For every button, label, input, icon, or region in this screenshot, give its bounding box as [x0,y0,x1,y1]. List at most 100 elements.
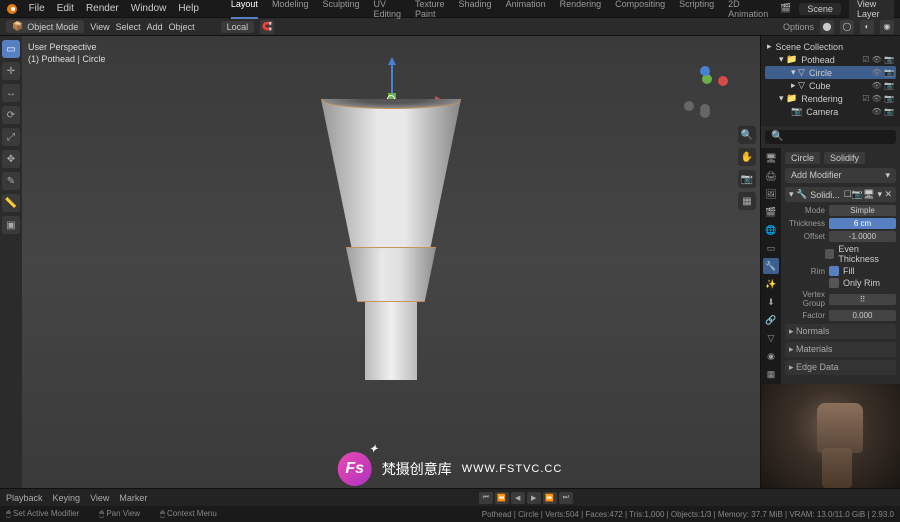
3d-model[interactable] [321,99,461,380]
header-view[interactable]: View [90,22,109,32]
proptab-material[interactable]: ◉ [763,348,779,364]
even-thickness-checkbox[interactable] [825,249,834,259]
proptab-particles[interactable]: ✨ [763,276,779,292]
tab-layout[interactable]: Layout [231,0,258,19]
camera-icon[interactable]: 📷 [738,170,756,188]
proptab-texture[interactable]: ▦ [763,366,779,382]
nav-gizmo[interactable] [680,66,730,116]
proptab-object[interactable]: ▭ [763,240,779,256]
header-add[interactable]: Add [147,22,163,32]
snap-icon[interactable]: 🧲 [260,20,274,34]
property-search[interactable]: 🔍 [765,130,896,144]
gizmo-z-icon[interactable] [700,66,710,76]
tab-rendering[interactable]: Rendering [560,0,602,19]
outliner-camera[interactable]: 📷 Camera👁 📷 [765,105,896,118]
tab-animation[interactable]: Animation [506,0,546,19]
orientation-select[interactable]: Local [221,21,255,33]
timeline-keying[interactable]: Keying [53,493,81,503]
outliner-pothead[interactable]: ▾ 📁 Pothead☑ 👁 📷 [765,53,896,66]
proptab-output[interactable]: 🖨 [763,168,779,184]
header-object[interactable]: Object [169,22,195,32]
tab-scripting[interactable]: Scripting [679,0,714,19]
proptab-constraints[interactable]: 🔗 [763,312,779,328]
next-key-button[interactable]: ⏩ [543,492,557,504]
proptab-scene[interactable]: 🎬 [763,204,779,220]
tab-shading[interactable]: Shading [459,0,492,19]
outliner-scene-collection[interactable]: ▸ Scene Collection [765,40,896,53]
shading-mat-icon[interactable]: ◐ [860,20,874,34]
persp-icon[interactable]: ▦ [738,192,756,210]
tool-move[interactable]: ↔ [2,84,20,102]
shading-wire-icon[interactable]: ◯ [840,20,854,34]
gizmo-negx-icon[interactable] [684,101,694,111]
shading-solid-icon[interactable]: ⬤ [820,20,834,34]
proptab-modifier[interactable]: 🔧 [763,258,779,274]
bc-object[interactable]: Circle [785,152,820,164]
jump-end-button[interactable]: ⏭ [559,492,573,504]
tab-compositing[interactable]: Compositing [615,0,665,19]
menu-edit[interactable]: Edit [57,3,74,14]
tool-rotate[interactable]: ⟳ [2,106,20,124]
jump-start-button[interactable]: ⏮ [479,492,493,504]
mode-label: Mode [785,206,825,215]
status-lmb: Set Active Modifier [13,509,79,518]
menu-file[interactable]: File [29,3,45,14]
tool-cursor[interactable]: ✛ [2,62,20,80]
menu-help[interactable]: Help [178,3,199,14]
tool-measure[interactable]: 📏 [2,194,20,212]
proptab-physics[interactable]: ⬇ [763,294,779,310]
play-rev-button[interactable]: ◀ [511,492,525,504]
proptab-world[interactable]: 🌐 [763,222,779,238]
tab-sculpting[interactable]: Sculpting [322,0,359,19]
proptab-mesh[interactable]: ▽ [763,330,779,346]
header-options[interactable]: Options [783,22,814,32]
prev-key-button[interactable]: ⏪ [495,492,509,504]
tool-annotate[interactable]: ✎ [2,172,20,190]
outliner-cube[interactable]: ▸ ▽ Cube👁 📷 [765,79,896,92]
scene-field[interactable]: Scene [799,3,841,15]
section-materials[interactable]: ▸ Materials [785,342,896,357]
outliner-rendering[interactable]: ▾ 📁 Rendering☑ 👁 📷 [765,92,896,105]
add-modifier-button[interactable]: Add Modifier▾ [785,168,896,183]
3d-viewport[interactable]: User Perspective (1) Pothead | Circle 🔍 … [22,36,760,488]
status-mmb: Pan View [106,509,140,518]
factor-value[interactable]: 0.000 [829,310,896,321]
bc-modifier[interactable]: Solidify [824,152,865,164]
vg-field[interactable]: ⠿ [829,294,896,305]
workspace-tabs: Layout Modeling Sculpting UV Editing Tex… [231,0,768,19]
modifier-header[interactable]: ▾ 🔧 Solidi... ☐📷🖥 ▾ ✕ [785,187,896,202]
outliner[interactable]: ▸ Scene Collection ▾ 📁 Pothead☑ 👁 📷 ▾ ▽ … [761,36,900,126]
thickness-value[interactable]: 6 cm [829,218,896,229]
shading-render-icon[interactable]: ◉ [880,20,894,34]
only-rim-checkbox[interactable] [829,278,839,288]
timeline-view[interactable]: View [90,493,109,503]
proptab-viewlayer[interactable]: 🖼 [763,186,779,202]
tool-addcube[interactable]: ▣ [2,216,20,234]
gizmo-negz-icon[interactable] [700,108,710,118]
gizmo-x-icon[interactable] [718,76,728,86]
fill-checkbox[interactable] [829,266,839,276]
tool-scale[interactable]: ⤢ [2,128,20,146]
tool-select[interactable]: ▭ [2,40,20,58]
tab-uv[interactable]: UV Editing [374,0,402,19]
viewlayer-field[interactable]: View Layer [849,0,894,20]
timeline-marker[interactable]: Marker [119,493,147,503]
tool-transform[interactable]: ✥ [2,150,20,168]
tab-modeling[interactable]: Modeling [272,0,309,19]
pan-icon[interactable]: ✋ [738,148,756,166]
tab-texpaint[interactable]: Texture Paint [415,0,445,19]
mode-value[interactable]: Simple [829,205,896,216]
section-edgedata[interactable]: ▸ Edge Data [785,360,896,375]
play-button[interactable]: ▶ [527,492,541,504]
proptab-render[interactable]: 🖥 [763,150,779,166]
menu-window[interactable]: Window [131,3,167,14]
zoom-icon[interactable]: 🔍 [738,126,756,144]
header-select[interactable]: Select [116,22,141,32]
offset-value[interactable]: -1.0000 [829,231,896,242]
timeline-playback[interactable]: Playback [6,493,43,503]
menu-render[interactable]: Render [86,3,119,14]
section-normals[interactable]: ▸ Normals [785,324,896,339]
mode-select[interactable]: 📦Object Mode [6,20,84,33]
tab-2d[interactable]: 2D Animation [728,0,768,19]
outliner-circle[interactable]: ▾ ▽ Circle👁 📷 [765,66,896,79]
